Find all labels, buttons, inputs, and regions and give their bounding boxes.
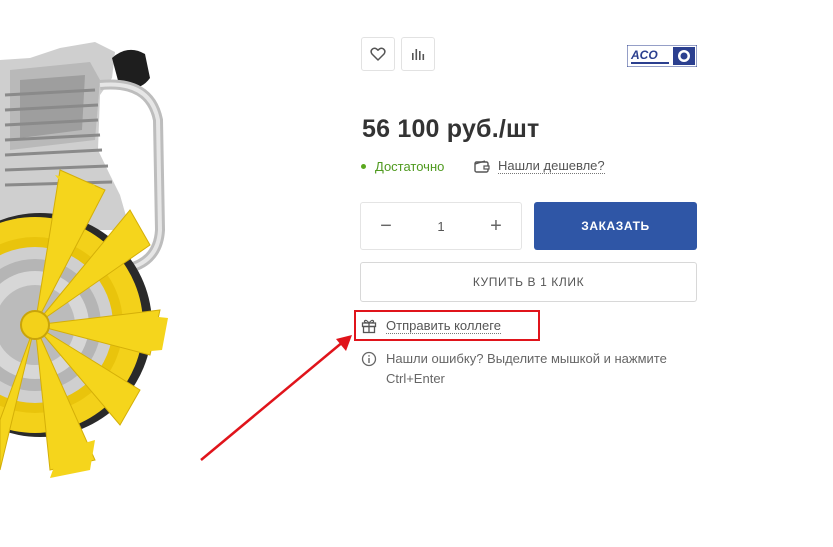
heart-icon — [370, 47, 386, 61]
info-icon — [361, 351, 377, 367]
brand-logo-text: ACO — [630, 48, 658, 62]
product-image — [0, 42, 168, 478]
error-report-hint: Нашли ошибку? Выделите мышкой и нажмите … — [361, 349, 696, 389]
quantity-plus-button[interactable]: + — [471, 203, 521, 249]
quantity-minus-button[interactable]: − — [361, 203, 411, 249]
stock-label: Достаточно — [375, 159, 445, 174]
stock-status: Достаточно — [361, 159, 444, 174]
error-hint-text: Нашли ошибку? Выделите мышкой и нажмите … — [386, 351, 667, 386]
found-cheaper-label: Нашли дешевле? — [498, 158, 605, 174]
product-price: 56 100 руб./шт — [362, 115, 540, 143]
highlight-annotation-box — [354, 310, 540, 341]
quantity-stepper: − 1 + — [360, 202, 522, 250]
buy-one-click-button[interactable]: КУПИТЬ В 1 КЛИК — [360, 262, 697, 302]
brand-logo-icon: ACO — [627, 45, 697, 67]
favorite-button[interactable] — [361, 37, 395, 71]
order-button[interactable]: ЗАКАЗАТЬ — [534, 202, 697, 250]
bar-chart-icon — [412, 49, 425, 60]
found-cheaper-link[interactable]: Нашли дешевле? — [474, 158, 605, 174]
compare-button[interactable] — [401, 37, 435, 71]
quantity-input[interactable]: 1 — [411, 219, 471, 234]
stock-dot-icon — [361, 164, 366, 169]
product-page: ACO 56 100 руб./шт Достаточно Нашли деше… — [0, 0, 833, 547]
wallet-icon — [474, 159, 490, 173]
